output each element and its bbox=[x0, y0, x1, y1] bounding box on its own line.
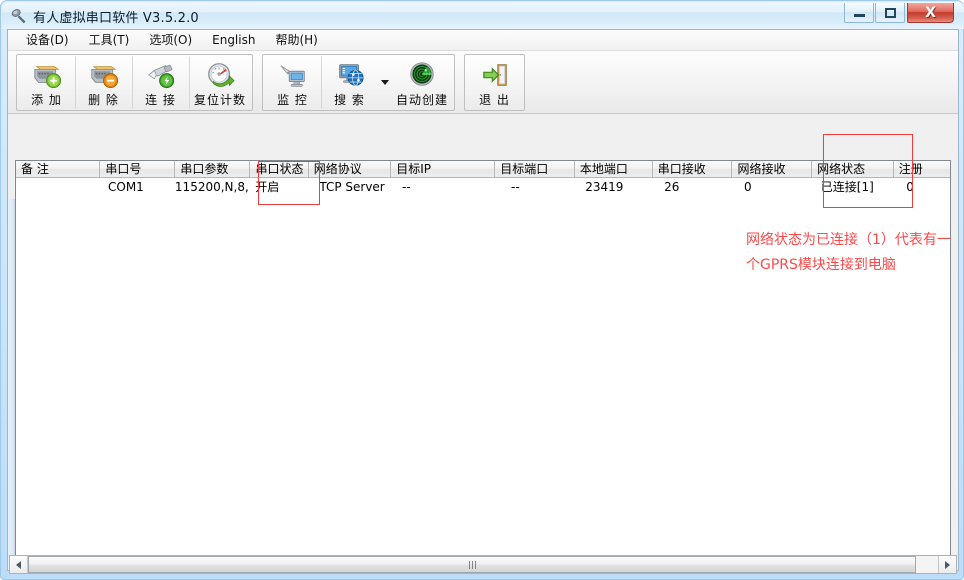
scroll-right-button[interactable] bbox=[938, 556, 956, 573]
client-area: 设备(D) 工具(T) 选项(O) English 帮助(H) bbox=[7, 29, 959, 571]
cell-serial-rx: 26 bbox=[652, 178, 732, 197]
monitor-satellite-icon bbox=[276, 60, 310, 90]
toolbar-connect-button[interactable]: 连 接 bbox=[132, 56, 189, 109]
toolbar-separator-2 bbox=[455, 54, 464, 111]
column-serial-rx[interactable]: 串口接收 bbox=[653, 161, 733, 177]
grip-icon bbox=[469, 561, 476, 569]
toolbar-add-label: 添 加 bbox=[31, 91, 62, 108]
chevron-left-icon bbox=[16, 561, 21, 569]
column-net-state[interactable]: 网络状态 bbox=[812, 161, 894, 177]
cell-com-port: COM1 bbox=[100, 178, 175, 197]
toolbar-delete-label: 删 除 bbox=[88, 91, 119, 108]
toolbar-search-button[interactable]: 搜 索 bbox=[321, 56, 378, 109]
minimize-icon bbox=[854, 14, 865, 17]
column-target-ip[interactable]: 目标IP bbox=[391, 161, 495, 177]
toolbar-reset-counter-button[interactable]: 复位计数 bbox=[189, 56, 251, 109]
minimize-button[interactable] bbox=[844, 3, 874, 23]
maximize-button[interactable] bbox=[875, 3, 905, 23]
toolbar-reset-counter-label: 复位计数 bbox=[194, 91, 246, 108]
serial-port-remove-icon bbox=[87, 60, 121, 90]
cell-net-protocol: TCP Server bbox=[307, 178, 390, 197]
search-network-icon bbox=[333, 60, 367, 90]
chevron-right-icon bbox=[945, 561, 950, 569]
column-remark[interactable]: 备 注 bbox=[16, 161, 100, 177]
search-dropdown-button[interactable] bbox=[378, 56, 391, 109]
toolbar-connect-label: 连 接 bbox=[145, 91, 176, 108]
cell-remark bbox=[16, 178, 100, 197]
menu-bar: 设备(D) 工具(T) 选项(O) English 帮助(H) bbox=[8, 30, 958, 51]
auto-create-radar-icon bbox=[405, 60, 439, 90]
application-window: 有人虚拟串口软件 V3.5.2.0 X 设备(D) 工具(T) 选项(O) En… bbox=[0, 0, 964, 580]
cell-net-rx: 0 bbox=[732, 178, 812, 197]
toolbar-group-network: 监 控 bbox=[262, 54, 455, 111]
close-button[interactable]: X bbox=[907, 3, 954, 23]
list-header-row: 备 注 串口号 串口参数 串口状态 网络协议 目标IP 目标端口 本地端口 串口… bbox=[16, 161, 950, 178]
horizontal-scrollbar[interactable] bbox=[9, 555, 957, 574]
menu-help[interactable]: 帮助(H) bbox=[265, 29, 327, 51]
list-left-gutter bbox=[8, 199, 15, 571]
menu-options[interactable]: 选项(O) bbox=[139, 29, 202, 51]
column-com-port[interactable]: 串口号 bbox=[100, 161, 175, 177]
column-net-protocol[interactable]: 网络协议 bbox=[309, 161, 392, 177]
scroll-left-button[interactable] bbox=[10, 556, 28, 573]
close-icon: X bbox=[925, 5, 936, 21]
menu-device[interactable]: 设备(D) bbox=[16, 29, 79, 51]
cell-serial-params: 115200,N,8,1 bbox=[175, 178, 249, 197]
toolbar-monitor-button[interactable]: 监 控 bbox=[264, 56, 321, 109]
toolbar-separator-1 bbox=[253, 54, 262, 111]
cell-local-port: 23419 bbox=[574, 178, 652, 197]
table-row[interactable]: COM1 115200,N,8,1 开启 TCP Server -- -- 23… bbox=[16, 178, 950, 197]
toolbar-monitor-label: 监 控 bbox=[277, 91, 308, 108]
window-title: 有人虚拟串口软件 V3.5.2.0 bbox=[33, 7, 199, 26]
reset-counter-gauge-icon bbox=[203, 60, 237, 90]
device-list-area: 备 注 串口号 串口参数 串口状态 网络协议 目标IP 目标端口 本地端口 串口… bbox=[8, 114, 958, 570]
column-target-port[interactable]: 目标端口 bbox=[495, 161, 575, 177]
maximize-icon bbox=[885, 8, 896, 18]
column-serial-params[interactable]: 串口参数 bbox=[175, 161, 250, 177]
cell-serial-state: 开启 bbox=[249, 178, 307, 197]
toolbar-add-button[interactable]: 添 加 bbox=[18, 56, 75, 109]
cell-target-port: -- bbox=[494, 178, 574, 197]
column-net-rx[interactable]: 网络接收 bbox=[732, 161, 812, 177]
cell-register: 0 bbox=[893, 178, 950, 197]
column-register[interactable]: 注册 bbox=[894, 161, 950, 177]
network-plug-connect-icon bbox=[144, 60, 178, 90]
annotation-text: 网络状态为已连接（1）代表有一个GPRS模块连接到电脑 bbox=[746, 228, 959, 278]
title-bar: 有人虚拟串口软件 V3.5.2.0 X bbox=[2, 2, 964, 29]
exit-door-icon bbox=[478, 60, 512, 90]
menu-tools[interactable]: 工具(T) bbox=[79, 29, 140, 51]
toolbar-delete-button[interactable]: 删 除 bbox=[75, 56, 132, 109]
column-local-port[interactable]: 本地端口 bbox=[575, 161, 653, 177]
cell-net-state: 已连接[1] bbox=[812, 178, 894, 197]
app-plug-icon bbox=[11, 8, 27, 24]
device-list-view[interactable]: 备 注 串口号 串口参数 串口状态 网络协议 目标IP 目标端口 本地端口 串口… bbox=[16, 161, 950, 557]
toolbar-auto-create-label: 自动创建 bbox=[396, 91, 448, 108]
menu-english[interactable]: English bbox=[202, 31, 265, 50]
scrollbar-track[interactable] bbox=[28, 556, 938, 573]
scrollbar-thumb[interactable] bbox=[28, 556, 916, 573]
toolbar-group-device: 添 加 bbox=[16, 54, 253, 111]
toolbar-search-label: 搜 索 bbox=[334, 91, 365, 108]
serial-port-add-icon bbox=[30, 60, 64, 90]
toolbar-auto-create-button[interactable]: 自动创建 bbox=[391, 56, 453, 109]
toolbar-exit-label: 退 出 bbox=[479, 91, 510, 108]
toolbar: 添 加 bbox=[8, 51, 958, 114]
column-serial-state[interactable]: 串口状态 bbox=[250, 161, 308, 177]
toolbar-group-exit: 退 出 bbox=[464, 54, 525, 111]
cell-target-ip: -- bbox=[390, 178, 494, 197]
toolbar-exit-button[interactable]: 退 出 bbox=[466, 56, 523, 109]
chevron-down-icon bbox=[381, 80, 389, 85]
